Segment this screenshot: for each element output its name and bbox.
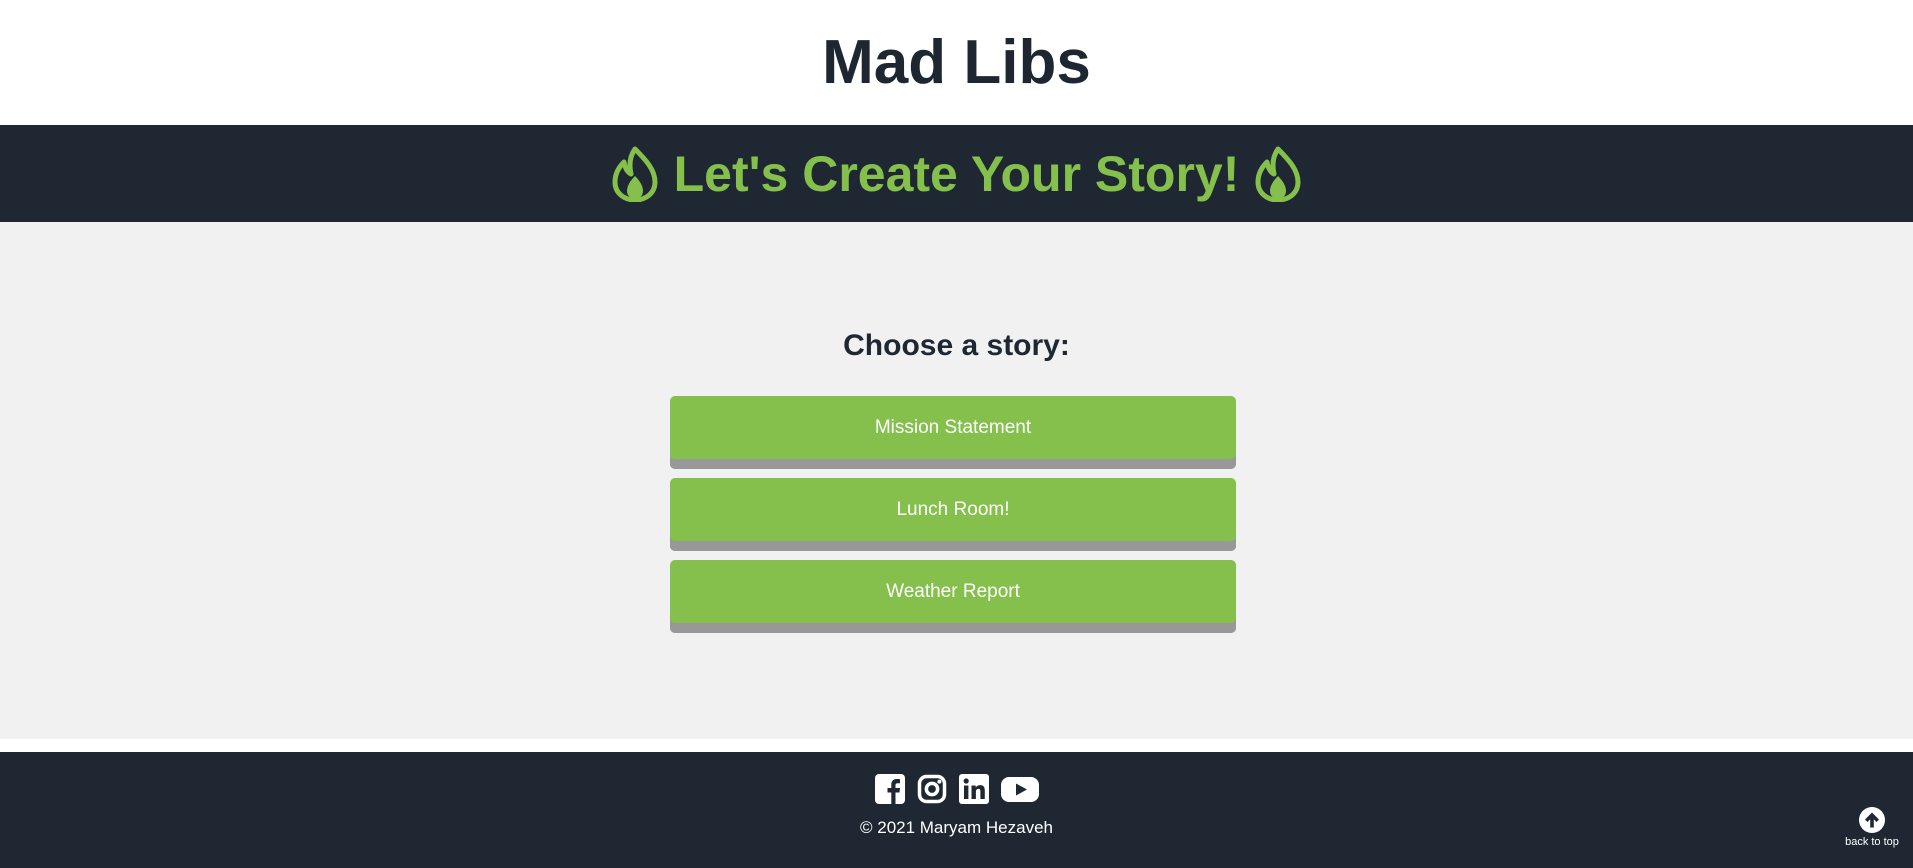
banner: Let's Create Your Story! <box>0 125 1913 222</box>
banner-content: Let's Create Your Story! <box>612 146 1302 202</box>
youtube-icon[interactable] <box>1000 774 1039 804</box>
page-title: Mad Libs <box>822 28 1091 97</box>
back-to-top-button[interactable]: back to top <box>1836 806 1908 848</box>
facebook-icon[interactable] <box>874 774 905 804</box>
linkedin-icon[interactable] <box>958 774 989 804</box>
story-button-lunch-room[interactable]: Lunch Room! <box>670 478 1236 551</box>
flame-icon <box>612 146 658 202</box>
story-chooser: Choose a story: Mission Statement Lunch … <box>0 222 1913 739</box>
story-button-weather-report[interactable]: Weather Report <box>670 560 1236 633</box>
story-button-mission-statement[interactable]: Mission Statement <box>670 396 1236 469</box>
story-list: Mission Statement Lunch Room! Weather Re… <box>670 396 1236 642</box>
social-links <box>0 774 1913 804</box>
footer: © 2021 Maryam Hezaveh back to top <box>0 752 1913 868</box>
back-to-top-label: back to top <box>1845 836 1899 848</box>
copyright-text: © 2021 Maryam Hezaveh <box>859 818 1053 837</box>
flame-icon <box>1255 146 1301 202</box>
instagram-icon[interactable] <box>917 774 947 804</box>
banner-title: Let's Create Your Story! <box>673 145 1240 202</box>
choose-story-heading: Choose a story: <box>843 329 1070 362</box>
page: Mad Libs Let's Create Your Story! Choose… <box>0 0 1913 868</box>
arrow-up-circle-icon <box>1859 807 1885 833</box>
